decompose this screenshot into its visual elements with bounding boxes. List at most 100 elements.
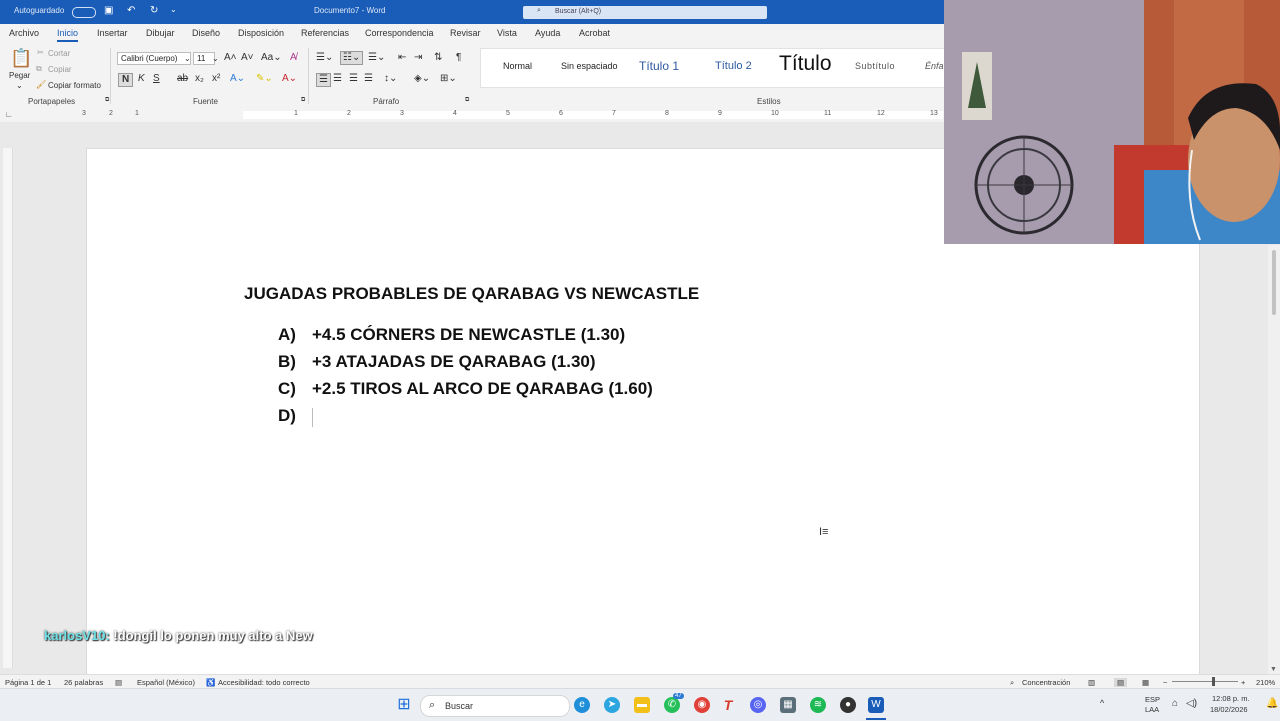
list-item-letter[interactable]: D)	[278, 406, 296, 426]
highlight-icon[interactable]: ✎⌄	[256, 73, 273, 85]
windows-start-icon[interactable]: ⊞	[396, 697, 412, 713]
bold-icon[interactable]: N	[118, 73, 134, 87]
style-no-spacing[interactable]: Sin espaciado	[561, 61, 618, 71]
paragraph-launcher-icon[interactable]: ⧉	[465, 97, 469, 104]
list-item-text[interactable]: +3 ATAJADAS DE QARABAG (1.30)	[312, 352, 596, 372]
chevron-down-icon[interactable]: ⌄	[184, 54, 191, 63]
tab-referencias[interactable]: Referencias	[301, 28, 349, 38]
style-heading1[interactable]: Título 1	[639, 59, 679, 73]
web-layout-icon[interactable]: ▦	[1142, 678, 1149, 687]
tray-chevron-icon[interactable]: ^	[1100, 698, 1104, 708]
calculator-icon[interactable]: ▦	[780, 697, 796, 713]
vertical-scrollbar[interactable]: ▼	[1268, 245, 1280, 675]
tab-selector-icon[interactable]: ∟	[5, 110, 13, 119]
list-item-letter[interactable]: B)	[278, 352, 296, 372]
input-region[interactable]: LAA	[1145, 705, 1159, 714]
autosave-toggle[interactable]	[72, 7, 96, 18]
redo-icon[interactable]: ↻	[150, 5, 158, 16]
italic-icon[interactable]: K	[138, 73, 145, 85]
input-language[interactable]: ESP	[1145, 695, 1160, 704]
format-painter-icon[interactable]: 🖌	[36, 80, 46, 89]
paste-button[interactable]: Pegar	[9, 71, 30, 80]
tab-disposicion[interactable]: Disposición	[238, 28, 284, 38]
notifications-icon[interactable]: 🔔	[1266, 698, 1278, 709]
bullets-icon[interactable]: ☰⌄	[316, 52, 333, 64]
style-normal[interactable]: Normal	[503, 61, 532, 71]
tab-vista[interactable]: Vista	[497, 28, 517, 38]
increase-indent-icon[interactable]: ⇥	[414, 52, 422, 64]
volume-icon[interactable]: ◁)	[1186, 698, 1197, 709]
file-explorer-icon[interactable]: ▬	[634, 697, 650, 713]
page-count[interactable]: Página 1 de 1	[5, 678, 51, 687]
paste-chevron-icon[interactable]: ⌄	[16, 81, 23, 90]
style-heading2[interactable]: Título 2	[715, 60, 752, 72]
format-painter-button[interactable]: Copiar formato	[48, 81, 101, 90]
chrome-icon[interactable]: ◉	[694, 697, 710, 713]
search-input[interactable]: ⌕ Buscar (Alt+Q)	[523, 6, 767, 19]
edge-icon[interactable]: e	[574, 697, 590, 713]
font-name-select[interactable]: Calibri (Cuerpo)	[117, 52, 191, 65]
horizontal-ruler[interactable]: ∟ 3 2 1 1 2 3 4 5 6 7 8 9 10 11 12 13	[0, 108, 944, 122]
shading-icon[interactable]: ◈⌄	[414, 73, 430, 85]
subscript-icon[interactable]: x₂	[195, 73, 204, 85]
align-left-icon[interactable]: ☰	[316, 73, 331, 87]
zoom-in-icon[interactable]: +	[1241, 678, 1245, 687]
cut-icon[interactable]: ✂	[37, 48, 44, 57]
align-right-icon[interactable]: ☰	[349, 73, 358, 85]
change-case-icon[interactable]: Aa⌄	[261, 52, 282, 64]
text-effects-icon[interactable]: A⌄	[230, 73, 245, 85]
print-layout-icon[interactable]: ▤	[1114, 678, 1128, 687]
tab-ayuda[interactable]: Ayuda	[535, 28, 560, 38]
numbering-icon[interactable]: ☷⌄	[340, 51, 364, 65]
undo-icon[interactable]: ↶	[127, 5, 135, 16]
tab-archivo[interactable]: Archivo	[9, 28, 39, 38]
accessibility-status[interactable]: Accesibilidad: todo correcto	[218, 678, 310, 687]
align-center-icon[interactable]: ☰	[333, 73, 342, 85]
copy-button[interactable]: Copiar	[48, 65, 72, 74]
language-status[interactable]: Español (México)	[137, 678, 195, 687]
underline-icon[interactable]: S	[153, 73, 160, 85]
save-icon[interactable]: ▣	[104, 5, 113, 16]
document-heading[interactable]: JUGADAS PROBABLES DE QARABAG VS NEWCASTL…	[244, 284, 699, 304]
whatsapp-icon[interactable]: ✆	[664, 697, 680, 713]
grow-font-icon[interactable]: A˄	[224, 52, 237, 64]
tab-insertar[interactable]: Insertar	[97, 28, 128, 38]
proofing-icon[interactable]: ▤	[115, 678, 122, 687]
tab-revisar[interactable]: Revisar	[450, 28, 481, 38]
multilevel-list-icon[interactable]: ☰⌄	[368, 52, 385, 64]
line-spacing-icon[interactable]: ↕⌄	[384, 73, 397, 85]
focus-mode-button[interactable]: Concentración	[1022, 678, 1070, 687]
strikethrough-icon[interactable]: ab	[177, 73, 188, 85]
font-color-icon[interactable]: A⌄	[282, 73, 297, 85]
show-marks-icon[interactable]: ¶	[456, 52, 461, 64]
tab-inicio[interactable]: Inicio	[57, 28, 79, 42]
taskbar-search[interactable]: ⌕ Buscar	[420, 695, 570, 717]
chevron-down-icon[interactable]: ⌄	[170, 5, 177, 14]
typora-icon[interactable]: T	[720, 697, 736, 713]
discord-icon[interactable]: ◎	[750, 697, 766, 713]
sort-icon[interactable]: ⇅	[434, 52, 442, 64]
scrollbar-thumb[interactable]	[1272, 250, 1276, 315]
clipboard-launcher-icon[interactable]: ⧉	[105, 97, 109, 104]
list-item-letter[interactable]: C)	[278, 379, 296, 399]
zoom-slider[interactable]	[1172, 681, 1238, 682]
chevron-down-icon[interactable]: ⌄	[212, 54, 219, 63]
paste-icon[interactable]: 📋	[10, 48, 32, 68]
tab-acrobat[interactable]: Acrobat	[579, 28, 610, 38]
tab-diseno[interactable]: Diseño	[192, 28, 220, 38]
decrease-indent-icon[interactable]: ⇤	[398, 52, 406, 64]
font-launcher-icon[interactable]: ⧉	[301, 97, 305, 104]
spotify-icon[interactable]: ≋	[810, 697, 826, 713]
tab-correspondencia[interactable]: Correspondencia	[365, 28, 434, 38]
clock-date[interactable]: 18/02/2026	[1210, 705, 1248, 714]
shrink-font-icon[interactable]: A˅	[241, 52, 254, 64]
zoom-slider-thumb[interactable]	[1212, 677, 1215, 686]
style-emphasis[interactable]: Énfa	[925, 61, 944, 71]
justify-icon[interactable]: ☰	[364, 73, 373, 85]
zoom-out-icon[interactable]: −	[1163, 678, 1167, 687]
telegram-icon[interactable]: ➤	[604, 697, 620, 713]
cut-button[interactable]: Cortar	[48, 49, 70, 58]
scroll-down-icon[interactable]: ▼	[1270, 666, 1277, 673]
clear-format-icon[interactable]: A̸	[290, 52, 297, 64]
superscript-icon[interactable]: x²	[212, 73, 220, 85]
